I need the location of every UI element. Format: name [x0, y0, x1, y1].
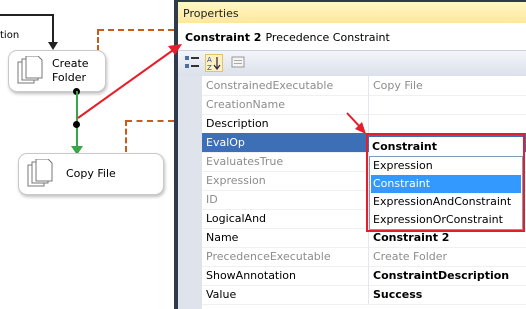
copy-file-task[interactable]: Copy File [18, 153, 164, 195]
task-label: Folder [52, 71, 86, 84]
property-value: Constraint 2 [373, 231, 450, 244]
property-pages-icon [231, 56, 245, 68]
alphabetical-button[interactable]: A Z [205, 54, 223, 72]
precedence-line-dashed [125, 120, 127, 152]
property-row-creationname[interactable]: CreationName [202, 95, 526, 115]
property-name: EvaluatesTrue [206, 155, 284, 168]
svg-text:Z: Z [207, 64, 212, 71]
property-name: CreationName [206, 98, 285, 111]
categorized-button[interactable] [184, 54, 202, 72]
control-flow-canvas[interactable]: tion Create Folder Copy File [0, 0, 174, 309]
property-row-showannotation[interactable]: ShowAnnotation ConstraintDescription [202, 266, 526, 286]
precedence-line-dashed [126, 120, 174, 122]
create-folder-task[interactable]: Create Folder [8, 50, 106, 92]
property-name: PrecedenceExecutable [206, 250, 331, 263]
categorized-icon [185, 56, 199, 68]
svg-text:A: A [207, 56, 212, 64]
evalop-option-constraint[interactable]: Constraint [371, 175, 521, 193]
property-row-precedenceexecutable[interactable]: PrecedenceExecutable Create Folder [202, 247, 526, 267]
precedence-line-dashed [97, 29, 99, 51]
property-name: ShowAnnotation [206, 269, 297, 282]
evalop-dropdown-list[interactable]: Expression Constraint ExpressionAndConst… [369, 156, 523, 230]
object-name: Constraint 2 [185, 31, 262, 44]
connection-point[interactable] [73, 121, 80, 128]
property-row-description[interactable]: Description [202, 114, 526, 134]
evalop-option-expression-or-constraint[interactable]: ExpressionOrConstraint [371, 211, 521, 229]
property-name: EvalOp [206, 136, 245, 149]
constraint-2-line[interactable] [76, 91, 78, 149]
evalop-current-value: Constraint [372, 140, 437, 153]
property-pages-button[interactable] [230, 54, 248, 72]
task-label: Copy File [66, 167, 116, 180]
property-value: Copy File [373, 79, 423, 92]
property-row-constrainedexecutable[interactable]: ConstrainedExecutable Copy File [202, 76, 526, 96]
property-row-value[interactable]: Value Success [202, 285, 526, 305]
precedence-line-dashed [98, 29, 174, 31]
properties-title-bar[interactable]: Properties [178, 2, 526, 23]
property-value: Create Folder [373, 250, 448, 263]
property-row-name[interactable]: Name Constraint 2 [202, 228, 526, 248]
evalop-option-expression[interactable]: Expression [371, 157, 521, 175]
property-name: ConstrainedExecutable [206, 79, 334, 92]
property-name: Name [206, 231, 239, 244]
alphabetical-sort-icon: A Z [207, 56, 221, 72]
file-system-task-icon [17, 56, 43, 84]
object-type: Precedence Constraint [265, 31, 390, 44]
property-grid-gutter [178, 76, 202, 309]
object-selector[interactable]: Constraint 2 Precedence Constraint [178, 23, 526, 51]
file-system-task-icon [27, 159, 53, 187]
property-name: LogicalAnd [206, 212, 267, 225]
evalop-combobox[interactable]: Constraint [369, 137, 523, 156]
evalop-option-expression-and-constraint[interactable]: ExpressionAndConstraint [371, 193, 521, 211]
task-label: Create [52, 57, 89, 70]
properties-toolbar: A Z [178, 51, 526, 77]
property-value: ConstraintDescription [373, 269, 510, 282]
property-name: Value [206, 288, 237, 301]
property-name: Description [206, 117, 269, 130]
property-name: ID [206, 193, 218, 206]
property-name: Expression [206, 174, 266, 187]
property-value: Success [373, 288, 423, 301]
